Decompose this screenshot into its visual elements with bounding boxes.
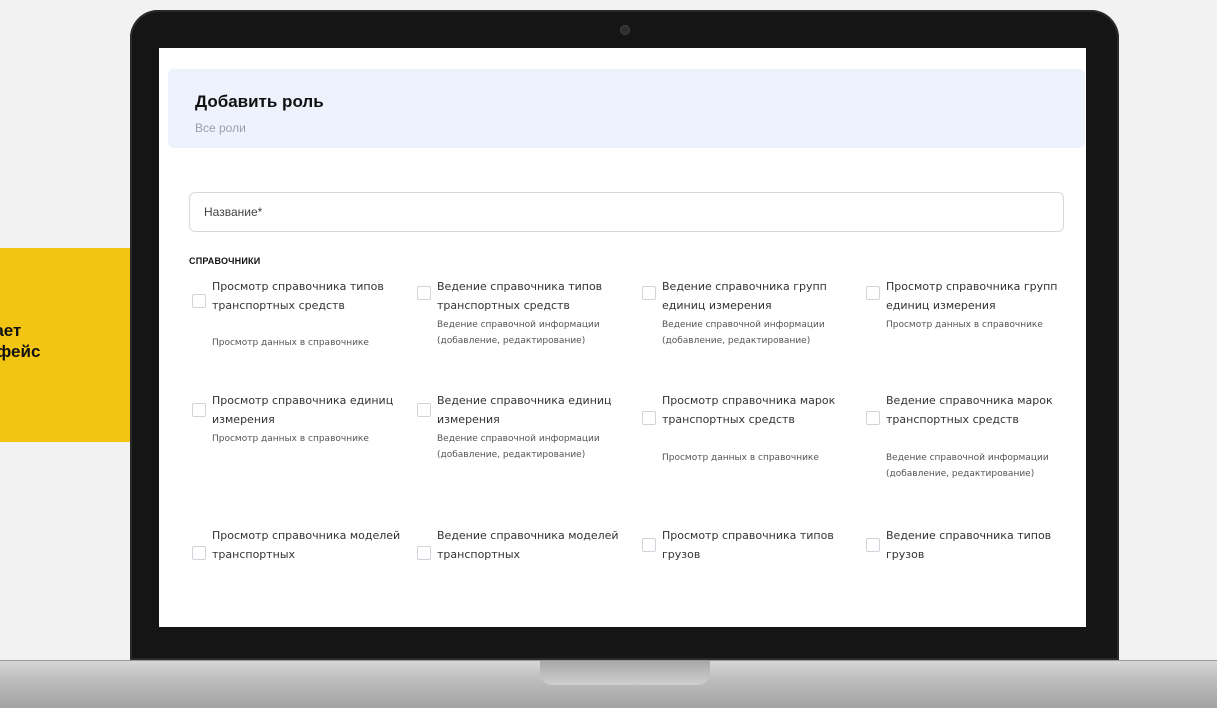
page-header: Добавить роль Все роли (168, 69, 1085, 148)
side-banner: тает рфейс (0, 248, 131, 442)
permission-title: Просмотр справочника моделей транспортны… (212, 529, 401, 561)
app-screen: Добавить роль Все роли Название* СПРАВОЧ… (159, 48, 1086, 627)
laptop-base (0, 660, 1217, 708)
permission-title: Ведение справочника типов грузов (886, 529, 1052, 561)
permission-title: Просмотр справочника типов грузов (662, 529, 834, 561)
side-banner-text: тает рфейс (0, 321, 41, 361)
permission-checkbox[interactable] (866, 286, 880, 300)
permission-description: Ведение справочной информации (добавлени… (437, 320, 600, 346)
role-name-placeholder: Название* (204, 205, 263, 219)
permission-checkbox[interactable] (642, 286, 656, 300)
camera-icon (620, 25, 630, 35)
permission-description: Просмотр данных в справочнике (662, 453, 819, 463)
permission-checkbox[interactable] (192, 546, 206, 560)
permission-checkbox[interactable] (642, 538, 656, 552)
laptop-notch (540, 661, 710, 685)
permission-checkbox[interactable] (417, 286, 431, 300)
permission-checkbox[interactable] (192, 403, 206, 417)
permission-description: Ведение справочной информации (добавлени… (886, 453, 1049, 479)
permission-checkbox[interactable] (866, 411, 880, 425)
permission-description: Ведение справочной информации (добавлени… (662, 320, 825, 346)
permission-checkbox[interactable] (192, 294, 206, 308)
permission-description: Просмотр данных в справочнике (212, 338, 369, 348)
permission-title: Просмотр справочника марок транспортных … (662, 394, 836, 426)
section-title-directories: СПРАВОЧНИКИ (189, 256, 261, 266)
permission-title: Просмотр справочника типов транспортных … (212, 280, 384, 312)
permission-checkbox[interactable] (417, 546, 431, 560)
permission-title: Просмотр справочника единиц измерения (212, 394, 394, 426)
page-title: Добавить роль (195, 92, 324, 111)
permission-title: Ведение справочника типов транспортных с… (437, 280, 603, 312)
permission-checkbox[interactable] (417, 403, 431, 417)
permission-description: Просмотр данных в справочнике (886, 320, 1043, 330)
permission-title: Ведение справочника групп единиц измерен… (662, 280, 827, 312)
permission-checkbox[interactable] (866, 538, 880, 552)
permission-title: Ведение справочника моделей транспортных (437, 529, 619, 561)
role-name-input[interactable]: Название* (189, 192, 1064, 232)
permission-title: Просмотр справочника групп единиц измере… (886, 280, 1058, 312)
breadcrumb-all-roles[interactable]: Все роли (195, 121, 246, 135)
permission-checkbox[interactable] (642, 411, 656, 425)
permission-title: Ведение справочника единиц измерения (437, 394, 612, 426)
permission-description: Ведение справочной информации (добавлени… (437, 434, 600, 460)
permission-title: Ведение справочника марок транспортных с… (886, 394, 1053, 426)
permission-description: Просмотр данных в справочнике (212, 434, 369, 444)
